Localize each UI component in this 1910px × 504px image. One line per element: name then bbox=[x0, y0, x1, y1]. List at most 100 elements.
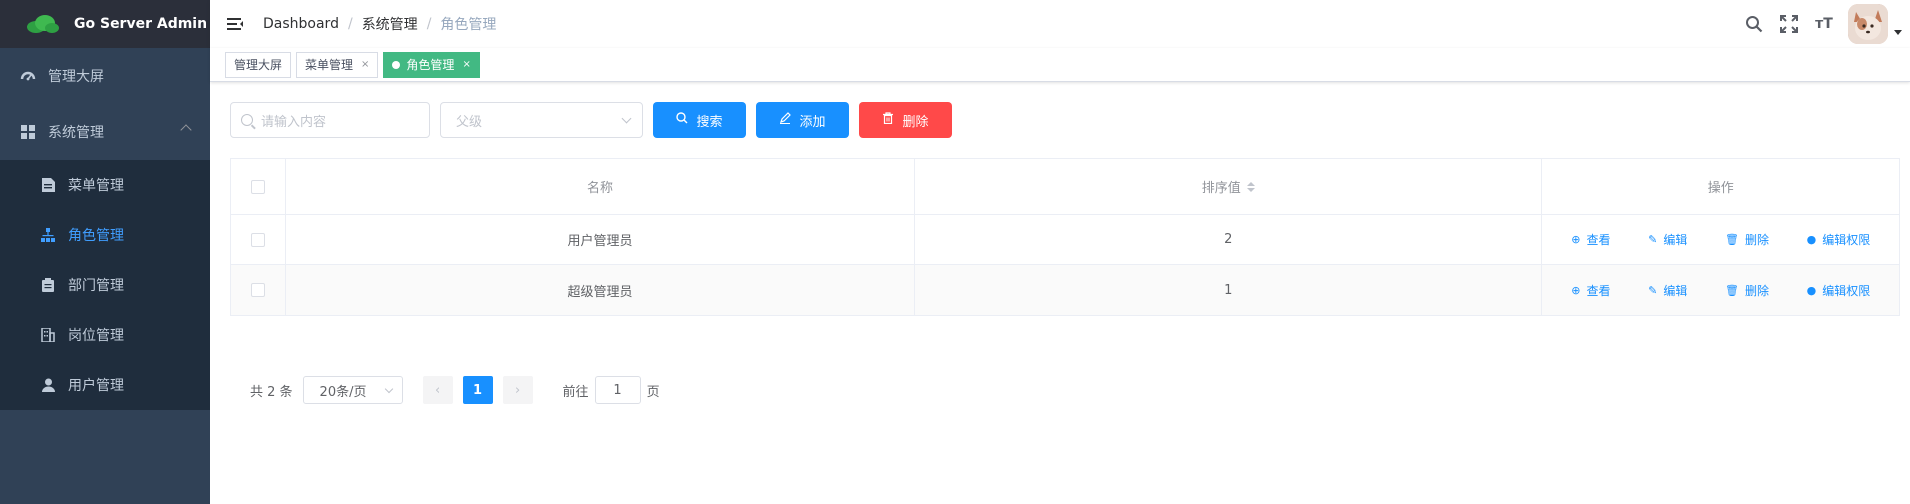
clipboard-icon bbox=[40, 277, 56, 293]
sidebar-item-label: 用户管理 bbox=[68, 378, 124, 394]
trash-icon bbox=[882, 112, 894, 128]
add-button[interactable]: 添加 bbox=[756, 102, 849, 138]
goto-page-input[interactable]: 1 bbox=[594, 376, 641, 404]
right-menu: тT bbox=[1729, 0, 1910, 48]
view-link[interactable]: ⊕ 查看 bbox=[1571, 231, 1610, 248]
breadcrumb-separator: / bbox=[347, 16, 353, 32]
next-page-button[interactable]: › bbox=[502, 376, 533, 404]
table-row: 用户管理员 2 ⊕ 查看 ✎ 编辑 🗑 删除 ● 编辑权限 bbox=[231, 215, 1899, 265]
search-placeholder: 请输入内容 bbox=[261, 114, 327, 130]
fullscreen-icon[interactable] bbox=[1779, 14, 1799, 34]
delete-button[interactable]: 删除 bbox=[859, 102, 952, 138]
page-number-current[interactable]: 1 bbox=[462, 376, 493, 404]
total-count: 共 2 条 bbox=[250, 384, 293, 400]
sidebar-item-label: 菜单管理 bbox=[68, 178, 124, 194]
row-checkbox[interactable] bbox=[250, 283, 265, 297]
sitemap-icon bbox=[40, 227, 56, 243]
edit-permissions-label: 编辑权限 bbox=[1822, 283, 1871, 298]
close-icon[interactable]: × bbox=[361, 59, 369, 70]
sidebar-item-dashboard[interactable]: 管理大屏 bbox=[0, 48, 210, 104]
sort-caret-icon[interactable] bbox=[1246, 181, 1255, 192]
hamburger-icon[interactable] bbox=[227, 16, 243, 32]
search-icon[interactable] bbox=[1744, 14, 1764, 34]
goto-prefix: 前往 bbox=[562, 384, 589, 400]
table-row: 超级管理员 1 ⊕ 查看 ✎ 编辑 🗑 删除 ● 编辑权限 bbox=[231, 265, 1899, 315]
column-header-sort[interactable]: 排序值 bbox=[915, 159, 1543, 214]
sidebar-item-label: 部门管理 bbox=[68, 278, 124, 294]
edit-link[interactable]: ✎ 编辑 bbox=[1648, 231, 1687, 248]
delete-label: 删除 bbox=[1744, 283, 1769, 298]
dashboard-icon bbox=[20, 68, 36, 84]
trash-icon: 🗑 bbox=[1724, 233, 1739, 246]
delete-button-label: 删除 bbox=[902, 114, 929, 130]
submenu-system: 菜单管理 角色管理 部门管理 岗位管理 用户管理 bbox=[0, 160, 210, 410]
user-icon bbox=[40, 377, 56, 393]
navbar: Dashboard / 系统管理 / 角色管理 тT bbox=[210, 0, 1910, 48]
edit-permissions-link[interactable]: ● 编辑权限 bbox=[1807, 282, 1871, 299]
row-checkbox[interactable] bbox=[250, 232, 265, 247]
edit-label: 编辑 bbox=[1663, 283, 1688, 298]
column-header-label: 排序值 bbox=[1201, 181, 1241, 196]
sidebar-item-role[interactable]: 角色管理 bbox=[0, 210, 210, 260]
logo[interactable]: Go Server Admin bbox=[0, 0, 210, 48]
tag-label: 菜单管理 bbox=[305, 58, 354, 72]
sidebar-item-label: 角色管理 bbox=[68, 228, 124, 244]
role-table: 名称 排序值 操作 用户管理员 2 ⊕ 查看 ✎ 编辑 🗑 删除 ● 编辑权限 bbox=[230, 158, 1900, 316]
cloud-logo-icon bbox=[26, 13, 60, 35]
font-size-icon[interactable]: тT bbox=[1814, 14, 1834, 34]
cell-actions: ⊕ 查看 ✎ 编辑 🗑 删除 ● 编辑权限 bbox=[1542, 215, 1899, 264]
trash-icon: 🗑 bbox=[1724, 283, 1739, 297]
goto-page: 前往 1 页 bbox=[563, 376, 660, 404]
table-body: 用户管理员 2 ⊕ 查看 ✎ 编辑 🗑 删除 ● 编辑权限 超级管理员 1 ⊕ … bbox=[231, 215, 1899, 315]
plus-circle-icon: ⊕ bbox=[1571, 233, 1581, 246]
user-icon: ● bbox=[1806, 283, 1817, 297]
sidebar-item-position[interactable]: 岗位管理 bbox=[0, 310, 210, 360]
avatar[interactable] bbox=[1848, 4, 1888, 44]
edit-link[interactable]: ✎ 编辑 bbox=[1648, 282, 1687, 299]
grid-icon bbox=[20, 124, 36, 140]
delete-label: 删除 bbox=[1744, 233, 1769, 247]
sidebar-item-system[interactable]: 系统管理 bbox=[0, 104, 210, 160]
sidebar-item-user[interactable]: 用户管理 bbox=[0, 360, 210, 410]
table-header-row: 名称 排序值 操作 bbox=[231, 159, 1899, 215]
sidebar-item-menu[interactable]: 菜单管理 bbox=[0, 160, 210, 210]
page-size-select[interactable]: 20条/页 bbox=[302, 376, 403, 404]
edit-icon: ✎ bbox=[1648, 233, 1658, 246]
search-input[interactable]: 请输入内容 bbox=[230, 102, 430, 138]
view-link[interactable]: ⊕ 查看 bbox=[1571, 282, 1610, 299]
breadcrumb-item-system: 系统管理 bbox=[361, 17, 418, 33]
select-all-cell bbox=[231, 159, 286, 214]
breadcrumb-item-dashboard[interactable]: Dashboard bbox=[263, 16, 339, 32]
column-header-actions: 操作 bbox=[1707, 181, 1734, 196]
building-icon bbox=[40, 327, 56, 343]
tag-dashboard[interactable]: 管理大屏 bbox=[225, 51, 292, 78]
edit-label: 编辑 bbox=[1663, 233, 1688, 247]
search-button[interactable]: 搜索 bbox=[653, 102, 746, 138]
edit-permissions-link[interactable]: ● 编辑权限 bbox=[1807, 231, 1871, 248]
delete-link[interactable]: 🗑 删除 bbox=[1725, 231, 1769, 248]
search-icon bbox=[676, 112, 688, 128]
select-all-checkbox[interactable] bbox=[250, 179, 265, 194]
cell-sort: 2 bbox=[915, 215, 1543, 264]
caret-down-icon[interactable] bbox=[1894, 29, 1902, 35]
tag-menu[interactable]: 菜单管理 × bbox=[296, 51, 379, 78]
sidebar-item-department[interactable]: 部门管理 bbox=[0, 260, 210, 310]
tag-label: 角色管理 bbox=[406, 58, 455, 72]
user-icon: ● bbox=[1806, 233, 1817, 246]
view-label: 查看 bbox=[1586, 233, 1611, 247]
sidebar-item-label: 管理大屏 bbox=[48, 69, 104, 85]
parent-select[interactable]: 父级 bbox=[440, 102, 643, 138]
close-icon[interactable]: × bbox=[462, 59, 470, 70]
sidebar-item-label: 系统管理 bbox=[48, 125, 104, 141]
page-size-value: 20条/页 bbox=[319, 384, 367, 400]
search-icon bbox=[241, 114, 253, 126]
plus-circle-icon: ⊕ bbox=[1571, 283, 1581, 297]
prev-page-button[interactable]: ‹ bbox=[422, 376, 453, 404]
active-dot bbox=[392, 60, 401, 69]
chevron-down-icon bbox=[384, 384, 393, 394]
sidebar: Go Server Admin 管理大屏 系统管理 菜单管理 角色管理 部门管理… bbox=[0, 0, 210, 504]
delete-link[interactable]: 🗑 删除 bbox=[1725, 282, 1769, 299]
row-select-cell bbox=[231, 265, 286, 315]
sidebar-item-label: 岗位管理 bbox=[68, 328, 124, 344]
tag-role[interactable]: 角色管理 × bbox=[383, 51, 480, 78]
